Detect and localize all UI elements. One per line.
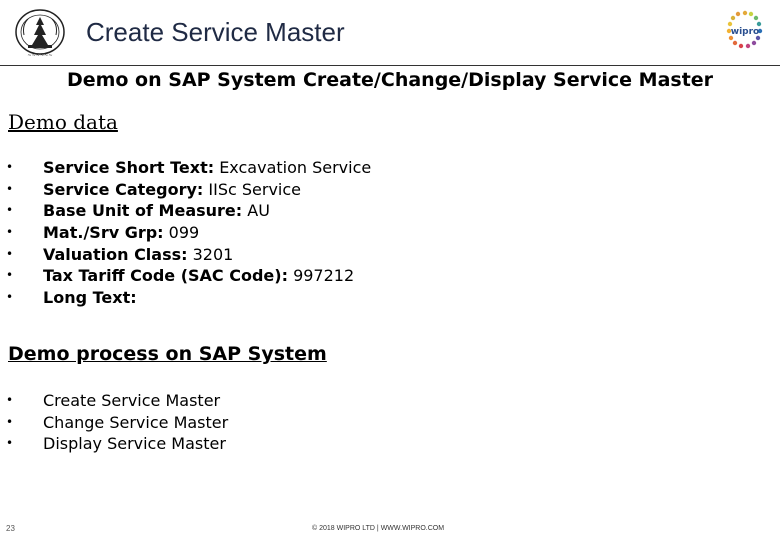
slide-title: Create Service Master: [86, 17, 345, 47]
field-label: Service Short Text:: [43, 158, 215, 177]
field-label: Tax Tariff Code (SAC Code):: [43, 266, 288, 286]
field-label: Service Category:: [43, 179, 204, 199]
field-label: Mat./Srv Grp:: [43, 223, 164, 243]
field-label: Base Unit of Measure:: [43, 201, 243, 221]
institute-seal-logo: ~~~~~~: [12, 5, 68, 61]
wipro-logo: wipro: [718, 4, 772, 62]
field-label: Long Text:: [43, 288, 137, 308]
field-value: IISc Service: [203, 179, 301, 199]
demo-process-heading: Demo process on SAP System: [8, 343, 327, 365]
field-value: AU: [242, 201, 270, 221]
svg-text:~~~~~~: ~~~~~~: [27, 53, 52, 59]
field-value: 3201: [187, 244, 234, 264]
footer-copyright: © 2018 WIPRO LTD | WWW.WIPRO.COM: [312, 525, 445, 532]
page-number: 23: [6, 524, 15, 533]
field-value: 997212: [287, 266, 355, 286]
svg-text:wipro: wipro: [731, 27, 759, 37]
slide-subtitle: Demo on SAP System Create/Change/Display…: [66, 69, 714, 91]
header-divider: [0, 65, 780, 66]
demo-data-heading: Demo data: [8, 110, 118, 134]
field-label: Valuation Class:: [43, 244, 188, 264]
field-value: Excavation Service: [214, 158, 372, 177]
field-value: 099: [163, 223, 200, 243]
